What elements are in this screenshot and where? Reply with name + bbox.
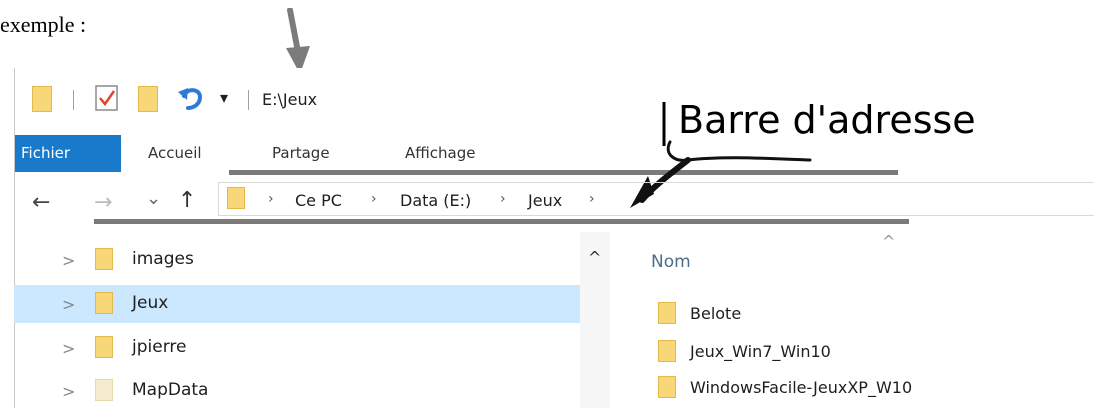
breadcrumb-ce-pc[interactable]: Ce PC (295, 191, 342, 210)
new-folder-icon[interactable] (138, 86, 158, 112)
window-border (14, 68, 15, 408)
tab-accueil[interactable]: Accueil (148, 144, 202, 162)
folder-icon (95, 292, 113, 314)
forward-arrow-icon[interactable]: → (94, 190, 112, 215)
nav-item-mapdata[interactable]: MapData (132, 380, 208, 400)
properties-icon[interactable] (94, 84, 120, 112)
address-separator[interactable]: › (500, 191, 506, 207)
tab-affichage[interactable]: Affichage (405, 144, 475, 162)
nav-expander[interactable]: > (62, 251, 75, 270)
sort-indicator-icon: ^ (882, 232, 896, 251)
nav-expander[interactable]: > (62, 339, 75, 358)
file-list-item[interactable]: WindowsFacile-JeuxXP_W10 (690, 378, 912, 397)
nav-expander[interactable]: > (62, 382, 75, 401)
address-bar[interactable] (218, 182, 1094, 216)
folder-icon (658, 340, 676, 362)
recent-chevron-icon[interactable]: ⌄ (146, 188, 161, 209)
tab-partage[interactable]: Partage (272, 144, 330, 162)
folder-icon (95, 248, 113, 270)
intro-text: exemple : (0, 12, 87, 37)
qat-dropdown-icon[interactable]: ▾ (220, 88, 228, 107)
tab-fichier[interactable]: Fichier (15, 135, 121, 172)
nav-item-images[interactable]: images (132, 249, 194, 269)
window-title-path: E:\Jeux (262, 90, 318, 109)
nav-item-jpierre[interactable]: jpierre (132, 337, 186, 357)
nav-expander[interactable]: > (62, 295, 75, 314)
up-arrow-icon[interactable]: ↑ (178, 188, 196, 213)
folder-icon (95, 336, 113, 358)
folder-icon (658, 376, 676, 398)
breadcrumb-jeux[interactable]: Jeux (528, 191, 562, 210)
address-separator[interactable]: › (371, 191, 377, 207)
nav-item-jeux[interactable]: Jeux (132, 293, 168, 313)
address-separator[interactable]: › (589, 191, 595, 207)
undo-icon[interactable] (176, 84, 206, 112)
address-separator[interactable]: › (268, 191, 274, 207)
qat-separator (248, 90, 249, 110)
folder-icon (658, 302, 676, 324)
folder-icon (95, 379, 113, 401)
qat-separator (73, 90, 74, 110)
back-arrow-icon[interactable]: ← (32, 190, 50, 215)
column-header-nom[interactable]: Nom (651, 252, 691, 272)
folder-icon[interactable] (32, 86, 52, 112)
file-list-item[interactable]: Belote (690, 304, 741, 323)
address-folder-icon (227, 187, 245, 209)
scroll-up-icon[interactable]: ^ (588, 248, 601, 267)
breadcrumb-data-e[interactable]: Data (E:) (400, 191, 471, 210)
file-list-item[interactable]: Jeux_Win7_Win10 (690, 342, 831, 361)
highlight-bar-bottom (94, 219, 909, 224)
